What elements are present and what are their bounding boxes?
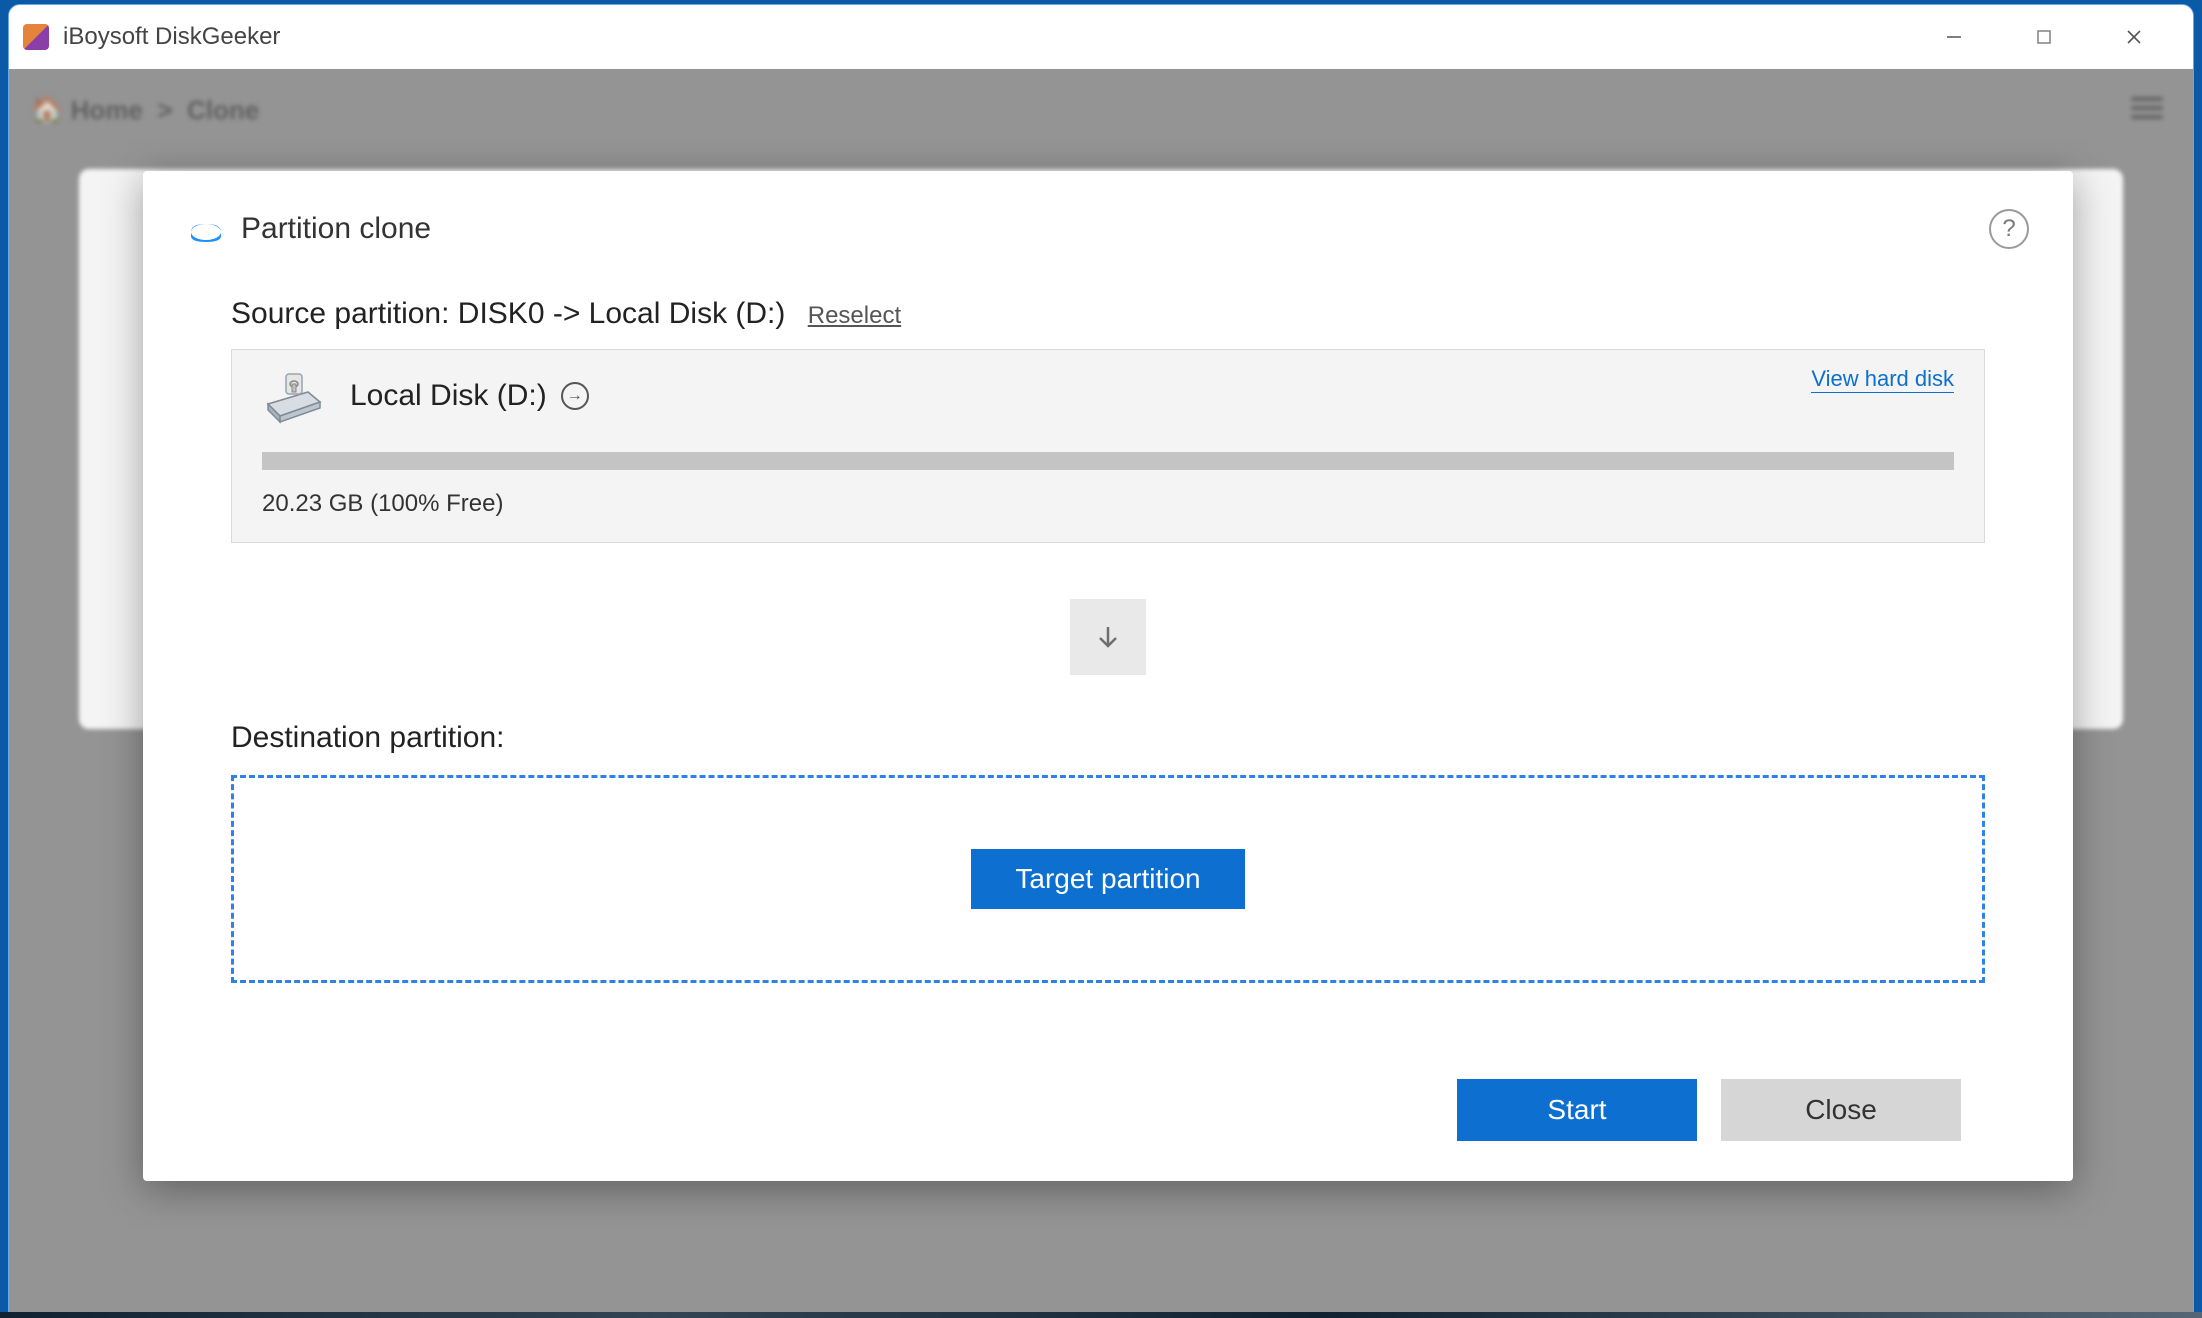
maximize-button[interactable] bbox=[1999, 13, 2089, 61]
source-drive-name: Local Disk (D:) → bbox=[350, 379, 589, 413]
menu-icon bbox=[2131, 97, 2163, 119]
close-button[interactable]: Close bbox=[1721, 1079, 1961, 1141]
minimize-icon bbox=[1944, 27, 1964, 47]
minimize-button[interactable] bbox=[1909, 13, 1999, 61]
close-icon bbox=[2124, 27, 2144, 47]
hard-drive-icon bbox=[262, 368, 326, 424]
down-arrow-icon bbox=[1070, 599, 1146, 675]
usage-bar bbox=[262, 452, 1954, 470]
dialog-header: Partition clone ? bbox=[187, 209, 2029, 249]
start-button[interactable]: Start bbox=[1457, 1079, 1697, 1141]
help-icon: ? bbox=[2002, 215, 2015, 243]
partition-clone-dialog: Partition clone ? Source partition: DISK… bbox=[143, 171, 2073, 1181]
breadcrumb: 🏠 Home > Clone bbox=[31, 95, 259, 126]
close-window-button[interactable] bbox=[2089, 13, 2179, 61]
destination-dropzone[interactable]: Target partition bbox=[231, 775, 1985, 983]
source-partition-box: View hard disk bbox=[231, 349, 1985, 543]
source-partition-label: Source partition: DISK0 -> Local Disk (D… bbox=[231, 297, 1985, 331]
breadcrumb-current: Clone bbox=[187, 95, 259, 125]
source-label-prefix: Source partition: bbox=[231, 297, 458, 330]
disk-icon bbox=[187, 214, 225, 244]
content-dim-layer: 🏠 Home > Clone Partition clone ? bbox=[9, 69, 2193, 1317]
breadcrumb-home: Home bbox=[71, 95, 143, 125]
app-title: iBoysoft DiskGeeker bbox=[63, 23, 280, 51]
titlebar: iBoysoft DiskGeeker bbox=[9, 5, 2193, 69]
usage-text: 20.23 GB (100% Free) bbox=[262, 490, 1954, 518]
dialog-actions: Start Close bbox=[231, 1079, 1985, 1141]
dialog-body: Source partition: DISK0 -> Local Disk (D… bbox=[187, 297, 2029, 1141]
reselect-link[interactable]: Reselect bbox=[808, 302, 901, 329]
window-controls bbox=[1909, 13, 2179, 61]
help-button[interactable]: ? bbox=[1989, 209, 2029, 249]
app-window: iBoysoft DiskGeeker 🏠 Home > Clone bbox=[8, 4, 2194, 1318]
app-icon bbox=[23, 24, 49, 50]
source-drive-row: Local Disk (D:) → bbox=[262, 368, 1954, 424]
destination-label: Destination partition: bbox=[231, 721, 1985, 755]
drive-arrow-icon[interactable]: → bbox=[561, 382, 589, 410]
maximize-icon bbox=[2035, 28, 2053, 46]
target-partition-button[interactable]: Target partition bbox=[971, 849, 1244, 909]
dialog-title: Partition clone bbox=[241, 212, 431, 246]
breadcrumb-sep: > bbox=[157, 95, 172, 125]
taskbar bbox=[0, 1312, 2202, 1318]
drive-name-text: Local Disk (D:) bbox=[350, 379, 547, 413]
view-hard-disk-link[interactable]: View hard disk bbox=[1811, 366, 1954, 393]
source-path: DISK0 -> Local Disk (D:) bbox=[458, 297, 786, 330]
